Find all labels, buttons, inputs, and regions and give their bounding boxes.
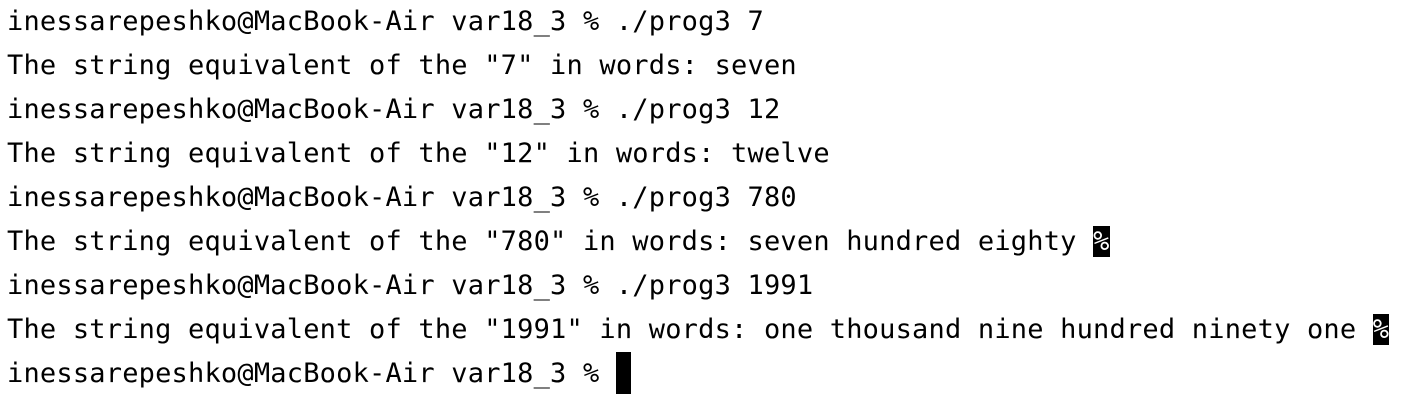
command-line: inessarepeshko@MacBook-Air var18_3 % ./p… [7,94,781,125]
output-line: The string equivalent of the "7" in word… [7,50,797,81]
output-line: The string equivalent of the "780" in wo… [7,220,1402,264]
no-newline-marker: % [1093,226,1110,257]
no-newline-marker: % [1372,314,1390,345]
prompt-line[interactable]: inessarepeshko@MacBook-Air var18_3 % [7,351,1402,396]
output-line: The string equivalent of the "1991" in w… [7,308,1402,352]
command-line: inessarepeshko@MacBook-Air var18_3 % ./p… [7,182,797,213]
output-text: The string equivalent of the "1991" in w… [7,314,1373,345]
terminal-window[interactable]: inessarepeshko@MacBook-Air var18_3 % ./p… [0,0,1402,404]
output-text: The string equivalent of the "780" in wo… [7,226,1094,257]
text-cursor[interactable] [615,351,631,394]
command-line: inessarepeshko@MacBook-Air var18_3 % ./p… [7,6,764,37]
command-line: inessarepeshko@MacBook-Air var18_3 % ./p… [7,270,814,301]
output-line: The string equivalent of the "12" in wor… [7,138,830,169]
prompt-text: inessarepeshko@MacBook-Air var18_3 % [7,358,616,389]
